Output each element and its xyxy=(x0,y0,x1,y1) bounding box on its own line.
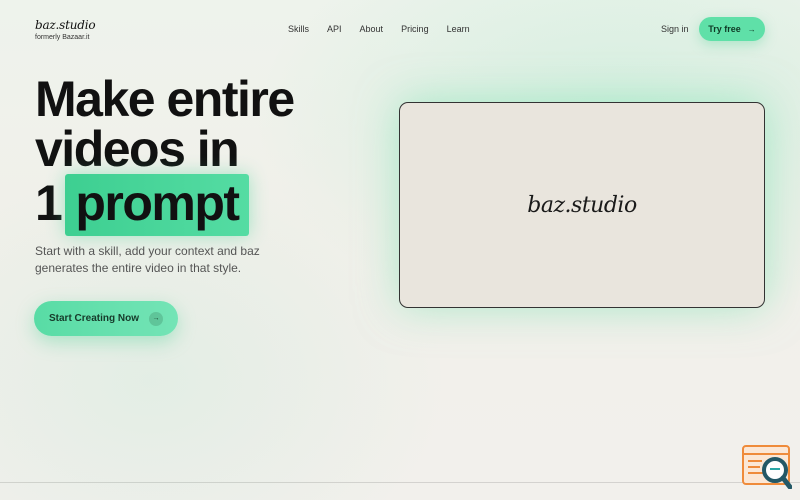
signin-link[interactable]: Sign in xyxy=(661,24,689,34)
cta-label: Start Creating Now xyxy=(48,313,139,324)
brand-logo[interactable]: baz.studio formerly Bazaar.it xyxy=(35,18,96,41)
try-free-button[interactable]: Try free → xyxy=(699,17,765,41)
brand-tagline: formerly Bazaar.it xyxy=(35,34,90,41)
preview-logo: baz.studio xyxy=(527,192,637,218)
arrow-right-icon: → xyxy=(149,311,163,326)
hero-subtitle: Start with a skill, add your context and… xyxy=(35,244,260,275)
video-preview-card[interactable]: baz.studio xyxy=(399,102,765,308)
nav-item-about[interactable]: About xyxy=(360,24,384,34)
search-widget-icon[interactable] xyxy=(742,445,793,490)
try-free-label: Try free xyxy=(708,24,741,34)
headline-line-1: Make entire xyxy=(35,71,295,127)
start-creating-button[interactable]: Start Creating Now → xyxy=(34,301,178,336)
headline-prefix: 1 xyxy=(35,175,63,231)
divider xyxy=(0,482,800,483)
nav-item-api[interactable]: API xyxy=(327,24,342,34)
nav-item-skills[interactable]: Skills xyxy=(288,24,309,34)
arrow-right-icon: → xyxy=(747,24,756,34)
main-nav: Skills API About Pricing Learn xyxy=(288,24,470,34)
hero-headline: Make entire videos in 1 prompt xyxy=(35,71,295,236)
nav-item-learn[interactable]: Learn xyxy=(447,24,470,34)
headline-line-2: videos in xyxy=(35,121,240,177)
headline-line-3: 1 prompt xyxy=(35,174,294,236)
headline-highlight: prompt xyxy=(65,174,249,236)
brand-name: baz.studio xyxy=(35,18,96,32)
nav-item-pricing[interactable]: Pricing xyxy=(401,24,429,34)
